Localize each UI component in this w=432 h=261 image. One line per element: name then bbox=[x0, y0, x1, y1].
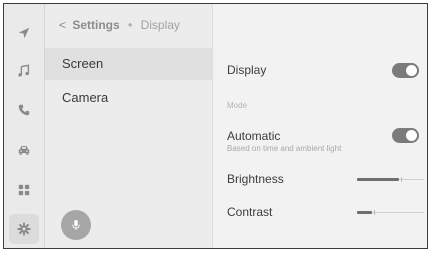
display-toggle[interactable] bbox=[392, 63, 419, 78]
breadcrumb-separator: • bbox=[128, 18, 133, 32]
voice-assistant-button[interactable] bbox=[61, 210, 91, 240]
side-rail bbox=[4, 4, 45, 248]
car-icon[interactable] bbox=[12, 138, 36, 162]
phone-icon[interactable] bbox=[12, 98, 36, 122]
brightness-label: Brightness bbox=[227, 172, 284, 186]
toggle-knob bbox=[406, 65, 417, 76]
slider-thumb[interactable] bbox=[400, 177, 402, 182]
music-note-icon[interactable] bbox=[12, 59, 36, 83]
display-settings-screen: < Settings • Display Screen Camera Displ… bbox=[3, 3, 428, 249]
submenu-item-screen[interactable]: Screen bbox=[45, 48, 212, 80]
slider-fill bbox=[357, 178, 399, 181]
slider-thumb[interactable] bbox=[374, 210, 376, 215]
settings-submenu: < Settings • Display Screen Camera bbox=[45, 4, 213, 248]
automatic-description: Based on time and ambient light bbox=[227, 144, 342, 153]
contrast-label: Contrast bbox=[227, 205, 273, 219]
toggle-knob bbox=[406, 130, 417, 141]
settings-gear-icon[interactable] bbox=[9, 214, 39, 244]
automatic-toggle[interactable] bbox=[392, 128, 419, 143]
automatic-label: Automatic bbox=[227, 129, 281, 143]
apps-grid-icon[interactable] bbox=[12, 178, 36, 202]
submenu-item-camera[interactable]: Camera bbox=[45, 82, 212, 114]
display-label: Display bbox=[227, 63, 267, 77]
mode-section-label: Mode bbox=[227, 101, 248, 110]
display-detail-panel: Display Mode Automatic Based on time and… bbox=[213, 4, 427, 248]
microphone-icon bbox=[72, 220, 80, 230]
breadcrumb-current[interactable]: Settings bbox=[72, 18, 119, 32]
contrast-slider[interactable] bbox=[357, 208, 424, 218]
breadcrumb-leaf: Display bbox=[140, 18, 180, 32]
slider-fill bbox=[357, 211, 373, 214]
breadcrumb: < Settings • Display bbox=[59, 18, 180, 32]
navigation-arrow-icon[interactable] bbox=[12, 21, 36, 45]
back-chevron-icon[interactable]: < bbox=[59, 18, 69, 32]
brightness-slider[interactable] bbox=[357, 175, 424, 185]
